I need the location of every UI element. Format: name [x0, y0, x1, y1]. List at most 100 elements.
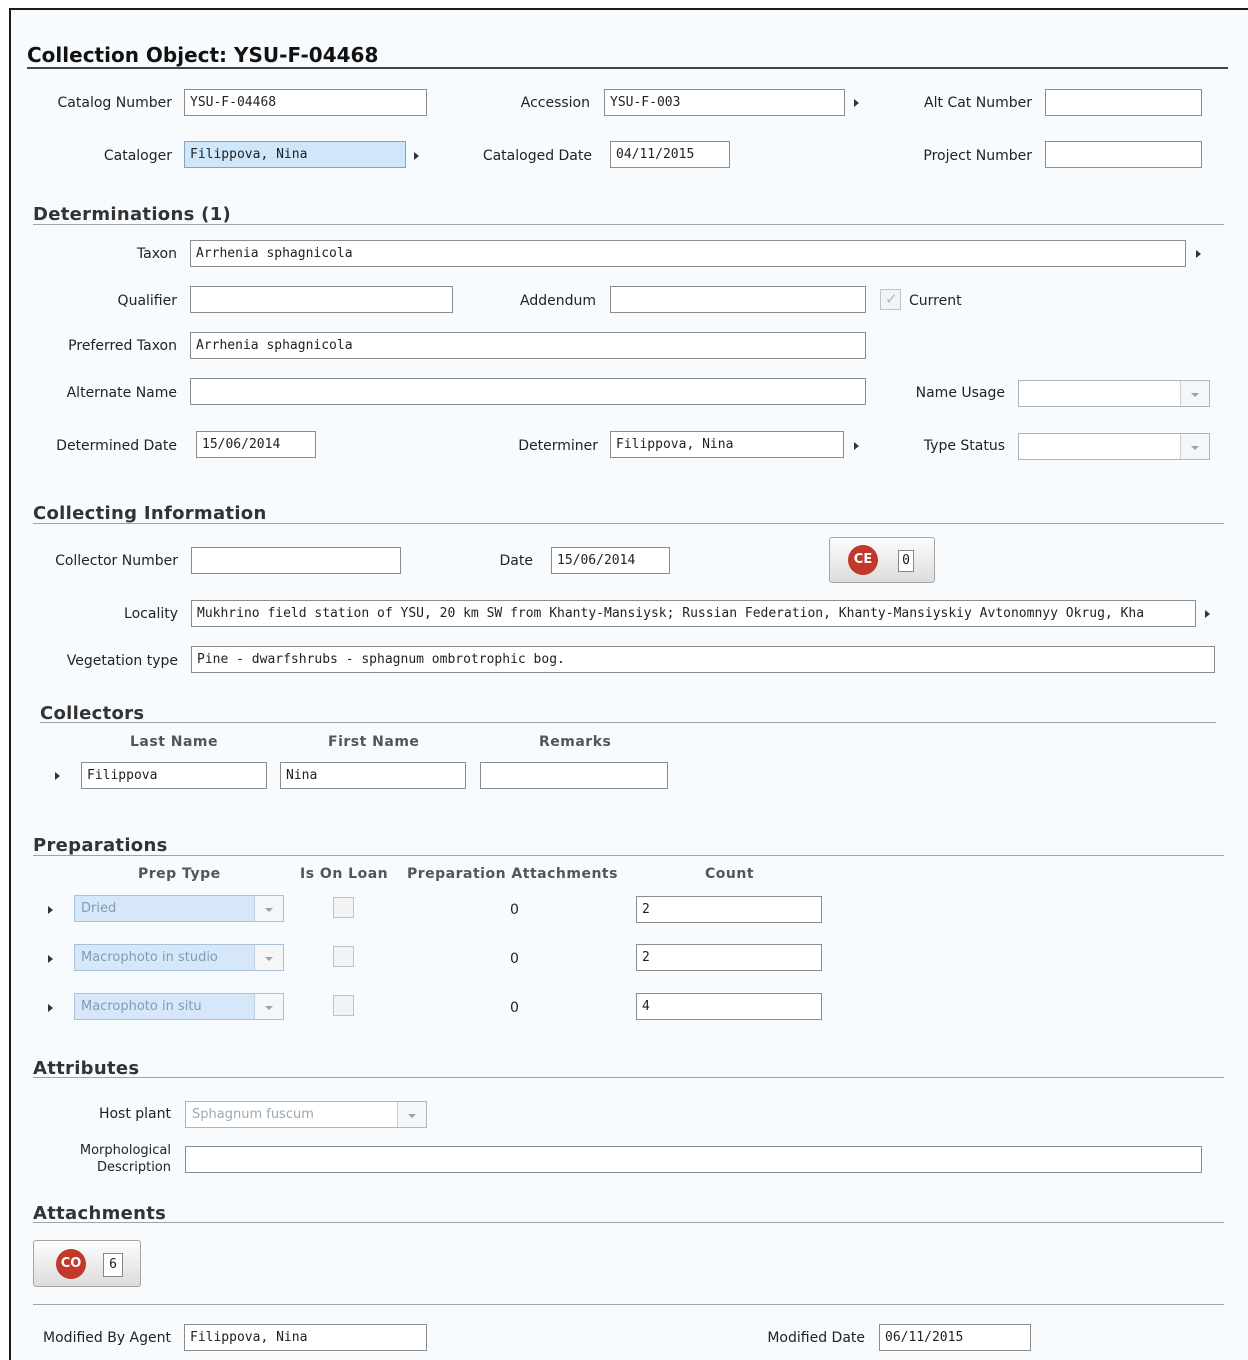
prep-count-field[interactable]: 2	[636, 944, 822, 971]
determinations-divider	[33, 224, 1224, 225]
attachments-count: 6	[103, 1253, 123, 1277]
vegetation-field[interactable]: Pine - dwarfshrubs - sphagnum ombrotroph…	[191, 646, 1215, 673]
prep-row-expand-icon[interactable]	[48, 906, 53, 914]
prep-col-attachments: Preparation Attachments	[407, 866, 618, 882]
chevron-down-icon[interactable]	[1180, 381, 1209, 406]
current-label: Current	[909, 293, 962, 309]
determiner-open-icon[interactable]	[854, 442, 859, 450]
locality-field[interactable]: Mukhrino field station of YSU, 20 km SW …	[191, 600, 1196, 627]
project-number-field[interactable]	[1045, 141, 1202, 168]
current-checkbox[interactable]: ✓	[880, 289, 901, 310]
collector-number-label: Collector Number	[55, 553, 178, 569]
cataloger-label: Cataloger	[103, 148, 172, 164]
name-usage-select[interactable]	[1018, 380, 1210, 407]
collector-row-expand-icon[interactable]	[55, 772, 60, 780]
prep-type-select[interactable]: Macrophoto in studio	[74, 944, 284, 971]
qualifier-field[interactable]	[190, 286, 453, 313]
collector-remarks[interactable]	[480, 762, 668, 789]
chevron-down-icon[interactable]	[254, 994, 283, 1019]
cataloged-date-field[interactable]: 04/11/2015	[610, 141, 730, 168]
catalog-number-field[interactable]: YSU-F-04468	[184, 89, 427, 116]
prep-col-count: Count	[705, 866, 755, 882]
cataloger-field[interactable]: Filippova, Nina	[184, 141, 406, 168]
preferred-taxon-label: Preferred Taxon	[68, 338, 177, 354]
collectors-title: Collectors	[40, 703, 145, 724]
prep-type-select[interactable]: Macrophoto in situ	[74, 993, 284, 1020]
on-loan-checkbox[interactable]	[333, 946, 354, 967]
taxon-field[interactable]: Arrhenia sphagnicola	[190, 240, 1186, 267]
accession-field[interactable]: YSU-F-003	[604, 89, 845, 116]
morph-label-1: Morphological	[79, 1143, 171, 1158]
addendum-label: Addendum	[520, 293, 596, 309]
prep-type-select[interactable]: Dried	[74, 895, 284, 922]
collectors-col-remarks: Remarks	[539, 734, 612, 750]
collector-first-name[interactable]: Nina	[280, 762, 466, 789]
collecting-title: Collecting Information	[33, 503, 267, 524]
check-icon: ✓	[885, 290, 898, 308]
modified-date-field[interactable]: 06/11/2015	[879, 1324, 1031, 1351]
alt-cat-field[interactable]	[1045, 89, 1202, 116]
prep-count-field[interactable]: 2	[636, 896, 822, 923]
modified-by-field[interactable]: Filippova, Nina	[184, 1324, 427, 1351]
title-divider	[27, 67, 1228, 69]
chevron-down-icon[interactable]	[1180, 434, 1209, 459]
chevron-down-icon[interactable]	[254, 896, 283, 921]
cataloger-open-icon[interactable]	[414, 152, 419, 160]
host-plant-label: Host plant	[98, 1106, 171, 1122]
taxon-label: Taxon	[136, 246, 177, 262]
prep-attachments-count: 0	[510, 902, 519, 918]
determined-date-label: Determined Date	[56, 438, 177, 454]
vegetation-label: Vegetation type	[66, 653, 178, 669]
collectors-divider	[40, 722, 1216, 723]
locality-open-icon[interactable]	[1205, 610, 1210, 618]
collecting-event-button[interactable]: CE 0	[829, 537, 935, 583]
accession-open-icon[interactable]	[854, 99, 859, 107]
on-loan-checkbox[interactable]	[333, 897, 354, 918]
preferred-taxon-field[interactable]: Arrhenia sphagnicola	[190, 332, 866, 359]
addendum-field[interactable]	[610, 286, 866, 313]
preparations-title: Preparations	[33, 835, 168, 856]
morph-description-field[interactable]	[185, 1146, 1202, 1173]
collector-last-name[interactable]: Filippova	[81, 762, 267, 789]
catalog-number-label: Catalog Number	[57, 95, 172, 111]
page-title: Collection Object: YSU-F-04468	[27, 43, 379, 67]
ce-icon: CE	[848, 545, 878, 575]
modified-by-label: Modified By Agent	[43, 1330, 171, 1346]
accession-label: Accession	[520, 95, 590, 111]
prep-col-type: Prep Type	[138, 866, 221, 882]
chevron-down-icon[interactable]	[254, 945, 283, 970]
collector-number-field[interactable]	[191, 547, 401, 574]
qualifier-label: Qualifier	[117, 293, 177, 309]
prep-row-expand-icon[interactable]	[48, 955, 53, 963]
ce-count: 0	[898, 550, 914, 572]
cataloged-date-label: Cataloged Date	[482, 148, 592, 164]
preparations-divider	[33, 855, 1224, 856]
type-status-label: Type Status	[923, 438, 1005, 454]
prep-count-field[interactable]: 4	[636, 993, 822, 1020]
chevron-down-icon[interactable]	[397, 1102, 426, 1127]
attachments-title: Attachments	[33, 1203, 167, 1224]
host-plant-select[interactable]: Sphagnum fuscum	[185, 1101, 427, 1128]
type-status-select[interactable]	[1018, 433, 1210, 460]
on-loan-checkbox[interactable]	[333, 995, 354, 1016]
alternate-name-field[interactable]	[190, 378, 866, 405]
attachments-divider	[33, 1222, 1224, 1223]
name-usage-label: Name Usage	[915, 385, 1005, 401]
attributes-title: Attributes	[33, 1058, 140, 1079]
determined-date-field[interactable]: 15/06/2014	[196, 431, 316, 458]
prep-col-loan: Is On Loan	[300, 866, 389, 882]
prep-row-expand-icon[interactable]	[48, 1004, 53, 1012]
determinations-title: Determinations (1)	[33, 204, 232, 225]
date-field[interactable]: 15/06/2014	[551, 547, 670, 574]
collectors-col-first-name: First Name	[328, 734, 420, 750]
determiner-label: Determiner	[518, 438, 598, 454]
determiner-field[interactable]: Filippova, Nina	[610, 431, 844, 458]
modified-date-label: Modified Date	[767, 1330, 865, 1346]
collectors-col-last-name: Last Name	[130, 734, 219, 750]
attachments-button[interactable]: CO 6	[33, 1240, 141, 1287]
collecting-divider	[33, 523, 1224, 524]
alt-cat-label: Alt Cat Number	[924, 95, 1032, 111]
attributes-divider	[33, 1077, 1224, 1078]
prep-attachments-count: 0	[510, 951, 519, 967]
taxon-open-icon[interactable]	[1196, 250, 1201, 258]
